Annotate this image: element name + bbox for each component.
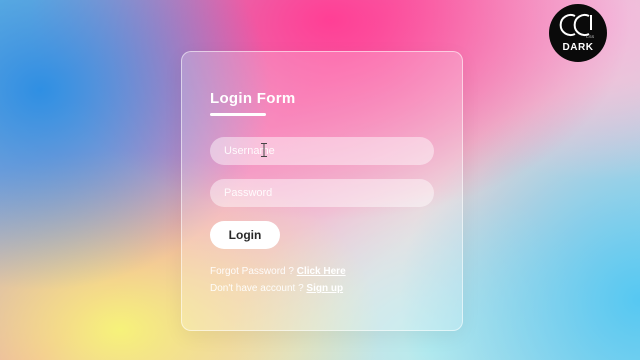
- channel-logo: CSS DARK: [549, 4, 607, 62]
- logo-subtext: CSS: [586, 34, 595, 39]
- password-input[interactable]: [210, 179, 434, 207]
- username-input[interactable]: [210, 137, 434, 165]
- login-button[interactable]: Login: [210, 221, 280, 249]
- signup-row: Don't have account ? Sign up: [210, 283, 343, 294]
- form-title: Login Form: [210, 90, 296, 107]
- signup-text: Don't have account ?: [210, 283, 304, 294]
- forgot-password-text: Forgot Password ?: [210, 266, 294, 277]
- click-here-link[interactable]: Click Here: [297, 266, 346, 277]
- forgot-password-row: Forgot Password ? Click Here: [210, 266, 346, 277]
- login-card: Login Form Login Forgot Password ? Click…: [181, 51, 463, 331]
- title-underline: [210, 113, 266, 116]
- sign-up-link[interactable]: Sign up: [306, 283, 343, 294]
- text-cursor-icon: [261, 143, 267, 157]
- logo-text: DARK: [562, 42, 594, 53]
